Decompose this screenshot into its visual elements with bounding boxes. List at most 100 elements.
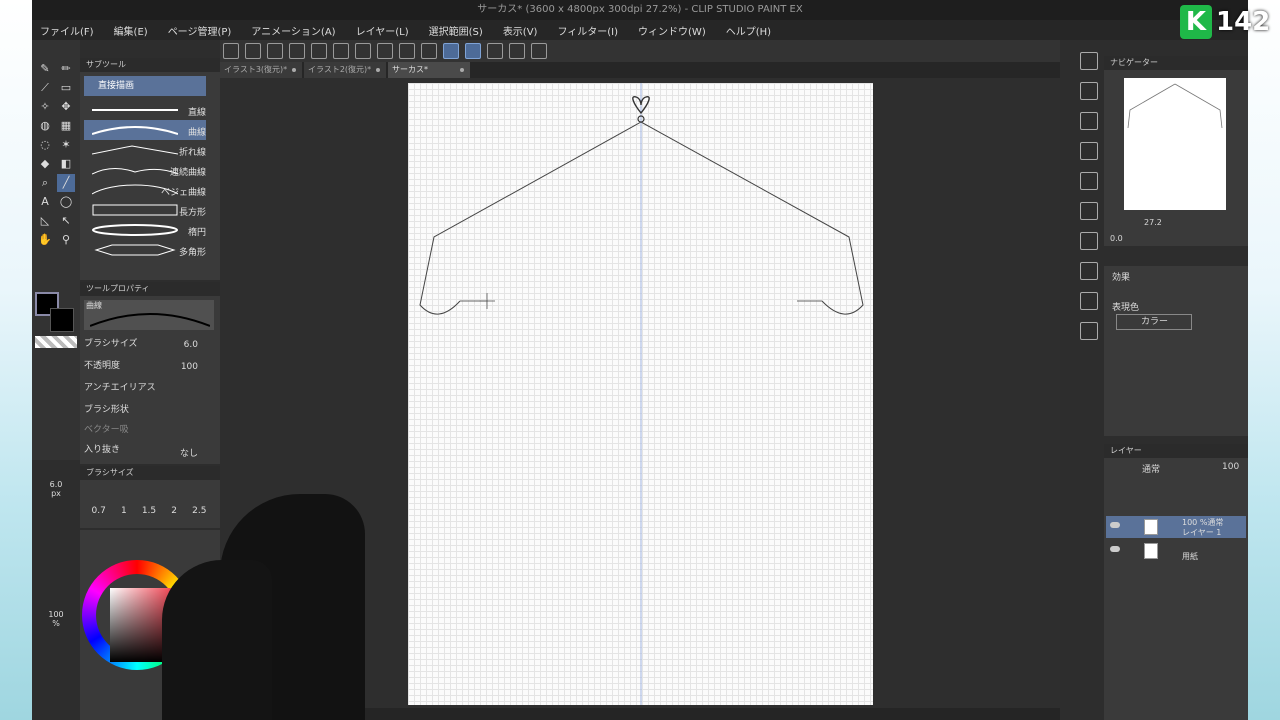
auto-action-icon[interactable] (1080, 262, 1098, 280)
tab-illust3[interactable]: イラスト3(復元)* (220, 62, 302, 78)
operation-icon[interactable]: ↖ (57, 212, 75, 230)
timeline-icon[interactable] (1080, 322, 1098, 340)
new-file-icon[interactable] (245, 43, 261, 59)
brush-size-preset[interactable]: 0.7 (92, 506, 106, 516)
sub-view-icon[interactable] (1080, 202, 1098, 220)
layer-opacity-value[interactable]: 100 (1222, 462, 1239, 472)
subtool-item-continuous-curve[interactable]: 連続曲線 (84, 160, 206, 180)
menu-filter[interactable]: フィルター(I) (557, 23, 618, 38)
canvas-paper[interactable] (408, 83, 873, 705)
subtool-item-rectangle[interactable]: 長方形 (84, 200, 206, 220)
opacity-value[interactable]: 100 (181, 362, 198, 372)
gradient-icon[interactable]: ◧ (57, 155, 75, 173)
clear-icon[interactable] (399, 43, 415, 59)
select-all-icon[interactable] (421, 43, 437, 59)
blend-mode-select[interactable]: 通常 (1142, 462, 1160, 475)
opacity-row[interactable]: 不透明度 100 (84, 358, 214, 378)
brush-shape-row[interactable]: ブラシ形状 (84, 402, 214, 422)
tab-circus[interactable]: サーカス* (388, 62, 470, 78)
subtool-item-ellipse[interactable]: 楕円 (84, 220, 206, 240)
bucket-icon[interactable]: ◆ (36, 155, 54, 173)
pen-icon[interactable]: ✎ (36, 60, 54, 78)
frame-icon[interactable]: ◺ (36, 212, 54, 230)
antialias-row[interactable]: アンチエイリアス (84, 380, 214, 400)
eyedropper-icon[interactable]: ⚲ (57, 231, 75, 249)
menu-window[interactable]: ウィンドウ(W) (638, 23, 706, 38)
open-file-icon[interactable] (267, 43, 283, 59)
transparent-color[interactable] (35, 336, 77, 348)
subtool-item-bezier[interactable]: ベジェ曲線 (84, 180, 206, 200)
brush-size-preset[interactable]: 1.5 (142, 506, 156, 516)
clip-studio-icon[interactable] (223, 43, 239, 59)
fill-icon[interactable]: ◍ (36, 117, 54, 135)
taper-value[interactable]: なし (180, 446, 198, 459)
eraser-icon[interactable]: ▭ (57, 79, 75, 97)
figure-icon[interactable]: ╱ (57, 174, 75, 192)
close-icon[interactable] (292, 68, 296, 72)
vector-snap-label: ベクター吸 (84, 425, 129, 435)
close-icon[interactable] (376, 68, 380, 72)
undo-icon[interactable] (311, 43, 327, 59)
subtool-group-selected[interactable]: 直接描画 (84, 76, 206, 96)
close-icon[interactable] (460, 68, 464, 72)
zoom-value[interactable]: 27.2 (1144, 218, 1162, 227)
move-icon[interactable]: ✥ (57, 98, 75, 116)
subtool-item-polyline[interactable]: 折れ線 (84, 140, 206, 160)
visibility-eye-icon[interactable] (1110, 522, 1120, 528)
lasso-icon[interactable]: ◌ (36, 136, 54, 154)
text-icon[interactable]: A (36, 193, 54, 211)
main-color-selector[interactable] (32, 290, 80, 348)
balloon-icon[interactable]: ◯ (57, 193, 75, 211)
brush-size-row[interactable]: ブラシサイズ 6.0 (84, 336, 214, 356)
rotate-value[interactable]: 0.0 (1110, 234, 1123, 243)
vector-snap-row[interactable]: ベクター吸 (84, 422, 214, 442)
visibility-eye-icon[interactable] (1110, 546, 1120, 552)
layer-row[interactable]: 用紙 (1106, 540, 1246, 562)
save-icon[interactable] (289, 43, 305, 59)
zoom-icon[interactable]: ⌕ (36, 174, 54, 192)
layer-search-icon[interactable] (1080, 112, 1098, 130)
brush-size-preset[interactable]: 2 (171, 506, 177, 516)
snap-special-ruler-icon[interactable] (465, 43, 481, 59)
layer-property-icon[interactable] (1080, 292, 1098, 310)
menu-page[interactable]: ページ管理(P) (168, 23, 232, 38)
background-color[interactable] (50, 308, 74, 332)
subtool-item-polygon[interactable]: 多角形 (84, 240, 206, 260)
transform-icon[interactable] (355, 43, 371, 59)
snap-grid-icon[interactable] (487, 43, 503, 59)
menu-selection[interactable]: 選択範囲(S) (429, 23, 483, 38)
grid-icon[interactable]: ▦ (57, 117, 75, 135)
snap-ruler-icon[interactable] (443, 43, 459, 59)
menu-help[interactable]: ヘルプ(H) (726, 23, 771, 38)
pencil-icon[interactable]: ✏ (57, 60, 75, 78)
color-set-icon[interactable] (1080, 142, 1098, 160)
item-bank-icon[interactable] (1080, 232, 1098, 250)
menu-file[interactable]: ファイル(F) (40, 23, 94, 38)
subtool-item-line[interactable]: 直線 (84, 100, 206, 120)
fill-icon[interactable] (377, 43, 393, 59)
expression-color-select[interactable]: カラー (1116, 314, 1192, 330)
menu-edit[interactable]: 編集(E) (114, 23, 148, 38)
magic-wand-icon[interactable]: ✶ (57, 136, 75, 154)
hand-icon[interactable]: ✋ (36, 231, 54, 249)
menu-animation[interactable]: アニメーション(A) (251, 23, 335, 38)
brush-icon[interactable]: ⟋ (36, 79, 54, 97)
history-icon[interactable] (1080, 172, 1098, 190)
taper-row[interactable]: 入り抜き なし (84, 442, 214, 462)
brush-size-preset[interactable]: 1 (121, 506, 127, 516)
size-opacity-slider[interactable]: 6.0 px 100 % (36, 480, 76, 710)
search-icon[interactable] (1080, 82, 1098, 100)
tab-illust2[interactable]: イラスト2(復元)* (304, 62, 386, 78)
layer-row[interactable]: 100 %通常 レイヤー 1 (1106, 516, 1246, 538)
material-icon[interactable] (1080, 52, 1098, 70)
decoration-icon[interactable]: ✧ (36, 98, 54, 116)
subtool-item-curve[interactable]: 曲線 (84, 120, 206, 140)
redo-icon[interactable] (333, 43, 349, 59)
navigator-preview[interactable] (1124, 78, 1226, 210)
brush-size-preset[interactable]: 2.5 (192, 506, 206, 516)
help-icon[interactable] (531, 43, 547, 59)
device-icon[interactable] (509, 43, 525, 59)
menu-layer[interactable]: レイヤー(L) (356, 23, 409, 38)
menu-view[interactable]: 表示(V) (503, 23, 538, 38)
brush-size-value[interactable]: 6.0 (184, 340, 198, 350)
